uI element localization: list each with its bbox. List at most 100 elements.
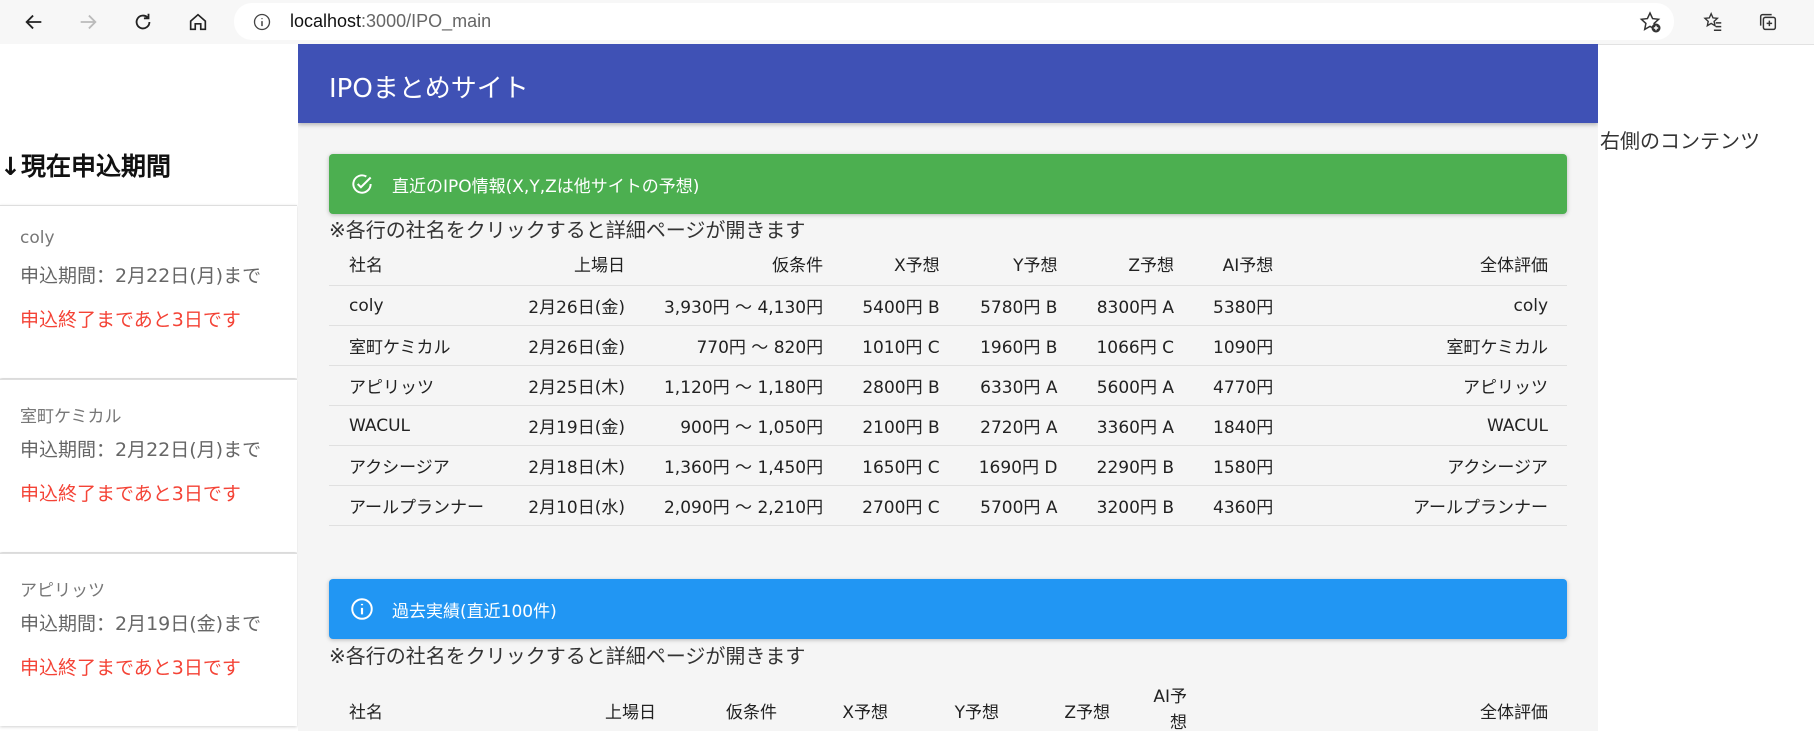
recent-ipo-alert: 直近のIPO情報(X,Y,Zは他サイトの予想) [329,154,1567,214]
card-period: 申込期間：2月22日(月)まで [20,265,262,287]
col-company: 社名 [349,702,383,723]
col-company: 社名 [329,242,503,286]
forward-icon [80,14,97,30]
right-content: 右側のコンテンツ [1600,129,1760,153]
info-circle-icon [351,598,373,620]
cell-z-forecast: 1066円 C [1076,325,1193,366]
table-row[interactable]: アールプランナー 2月10日(水) 2,090円 〜 2,210円 2700円 … [329,485,1567,526]
favorite-add-icon[interactable] [1638,10,1662,34]
cell-company[interactable]: アクシージア [329,445,503,486]
cell-z-forecast: 3360円 A [1076,405,1193,446]
cell-price-range: 770円 〜 820円 [643,325,843,366]
card-remaining: 申込終了まであと3日です [20,483,241,505]
col-overall: 全体評価 [1292,242,1567,286]
table-row[interactable]: coly 2月26日(金) 3,930円 〜 4,130円 5400円 B 57… [329,285,1567,326]
cell-x-forecast: 5400円 B [842,285,959,326]
page-title: IPOまとめサイト [329,74,529,104]
col-y-forecast: Y予想 [954,702,999,723]
cell-x-forecast: 2800円 B [842,365,959,406]
cell-overall: 室町ケミカル [1292,325,1567,366]
application-card[interactable]: アピリッツ 申込期間：2月19日(金)まで 申込終了まであと3日です [0,553,297,726]
col-price-range: 仮条件 [643,242,843,286]
cell-overall: アピリッツ [1292,365,1567,406]
cell-ai-forecast: 1090円 [1193,325,1293,366]
table-row[interactable]: WACUL 2月19日(金) 900円 〜 1,050円 2100円 B 272… [329,405,1567,446]
alert-text: 直近のIPO情報(X,Y,Zは他サイトの予想) [392,177,700,197]
cell-price-range: 2,090円 〜 2,210円 [643,485,843,526]
cell-company[interactable]: 室町ケミカル [329,325,503,366]
cell-ai-forecast: 1580円 [1193,445,1293,486]
card-company-name: 室町ケミカル [20,407,122,427]
collections-button[interactable] [1751,6,1785,38]
cell-y-forecast: 1690円 D [958,445,1077,486]
app-bar: IPOまとめサイト [298,44,1598,123]
address-bar[interactable]: localhost:3000/IPO_main [234,3,1674,40]
cell-company[interactable]: coly [329,285,503,326]
col-x-forecast: X予想 [842,702,888,723]
card-period: 申込期間：2月22日(月)まで [20,439,262,461]
cell-overall: アールプランナー [1292,485,1567,526]
cell-price-range: 900円 〜 1,050円 [643,405,843,446]
col-x-forecast: X予想 [842,242,959,286]
browser-toolbar: localhost:3000/IPO_main [0,0,1814,45]
table-row[interactable]: アクシージア 2月18日(木) 1,360円 〜 1,450円 1650円 C … [329,445,1567,486]
cell-y-forecast: 5700円 A [958,485,1077,526]
cell-overall: アクシージア [1292,445,1567,486]
col-z-forecast: Z予想 [1076,242,1193,286]
card-company-name: coly [20,228,55,248]
application-card[interactable]: 室町ケミカル 申込期間：2月22日(月)まで 申込終了まであと3日です [0,379,297,552]
collections-icon [1759,13,1777,31]
table-row[interactable]: アピリッツ 2月25日(木) 1,120円 〜 1,180円 2800円 B 6… [329,365,1567,406]
forward-button[interactable] [71,6,105,38]
col-ai-forecast: AI予想 [1193,242,1293,286]
cell-company[interactable]: WACUL [329,405,503,446]
cell-y-forecast: 5780円 B [958,285,1077,326]
cell-price-range: 1,360円 〜 1,450円 [643,445,843,486]
cell-y-forecast: 1960円 B [958,325,1077,366]
table-hint: ※各行の社名をクリックすると詳細ページが開きます [329,644,806,668]
cell-price-range: 1,120円 〜 1,180円 [643,365,843,406]
card-remaining: 申込終了まであと3日です [20,309,241,331]
col-ai-forecast-label: AI予想 [1153,687,1187,731]
table-row[interactable]: 室町ケミカル 2月26日(金) 770円 〜 820円 1010円 C 1960… [329,325,1567,366]
card-period: 申込期間：2月19日(金)まで [20,613,262,635]
cell-listing-date: 2月10日(水) [502,485,644,526]
url-text[interactable]: localhost:3000/IPO_main [290,11,491,32]
sidebar-title: ↓現在申込期間 [0,152,171,181]
cell-ai-forecast: 5380円 [1193,285,1293,326]
cell-x-forecast: 2100円 B [842,405,959,446]
back-icon [25,14,42,30]
col-overall: 全体評価 [1480,702,1548,723]
url-host: localhost [290,11,362,31]
cell-listing-date: 2月26日(金) [502,285,644,326]
home-button[interactable] [181,6,215,38]
col-price-range: 仮条件 [726,702,777,723]
col-y-forecast: Y予想 [958,242,1077,286]
col-listing-date: 上場日 [605,702,656,723]
cell-listing-date: 2月25日(木) [502,365,644,406]
reload-button[interactable] [126,6,160,38]
col-listing-date: 上場日 [502,242,644,286]
cell-overall: coly [1292,285,1567,326]
cell-z-forecast: 2290円 B [1076,445,1193,486]
table-header-row: 社名 上場日 仮条件 X予想 Y予想 Z予想 AI予想 全体評価 [329,242,1567,286]
col-z-forecast: Z予想 [1064,702,1110,723]
favorites-button[interactable] [1696,6,1730,38]
card-remaining: 申込終了まであと3日です [20,657,241,679]
favorites-icon [1703,12,1722,31]
back-button[interactable] [17,6,51,38]
past-results-table: 社名 上場日 仮条件 X予想 Y予想 Z予想 AI予想 全体評価 [329,678,1567,731]
cell-x-forecast: 2700円 C [842,485,959,526]
cell-company[interactable]: アピリッツ [329,365,503,406]
table-header-row: 社名 上場日 仮条件 X予想 Y予想 Z予想 AI予想 全体評価 [329,678,1567,731]
application-card[interactable]: coly 申込期間：2月22日(月)まで 申込終了まであと3日です [0,205,297,378]
cell-y-forecast: 2720円 A [958,405,1077,446]
alert-text: 過去実績(直近100件) [392,602,557,622]
info-icon[interactable] [252,12,272,32]
cell-price-range: 3,930円 〜 4,130円 [643,285,843,326]
cell-z-forecast: 5600円 A [1076,365,1193,406]
card-company-name: アピリッツ [20,581,105,601]
cell-company[interactable]: アールプランナー [329,485,503,526]
cell-x-forecast: 1650円 C [842,445,959,486]
cell-z-forecast: 3200円 B [1076,485,1193,526]
